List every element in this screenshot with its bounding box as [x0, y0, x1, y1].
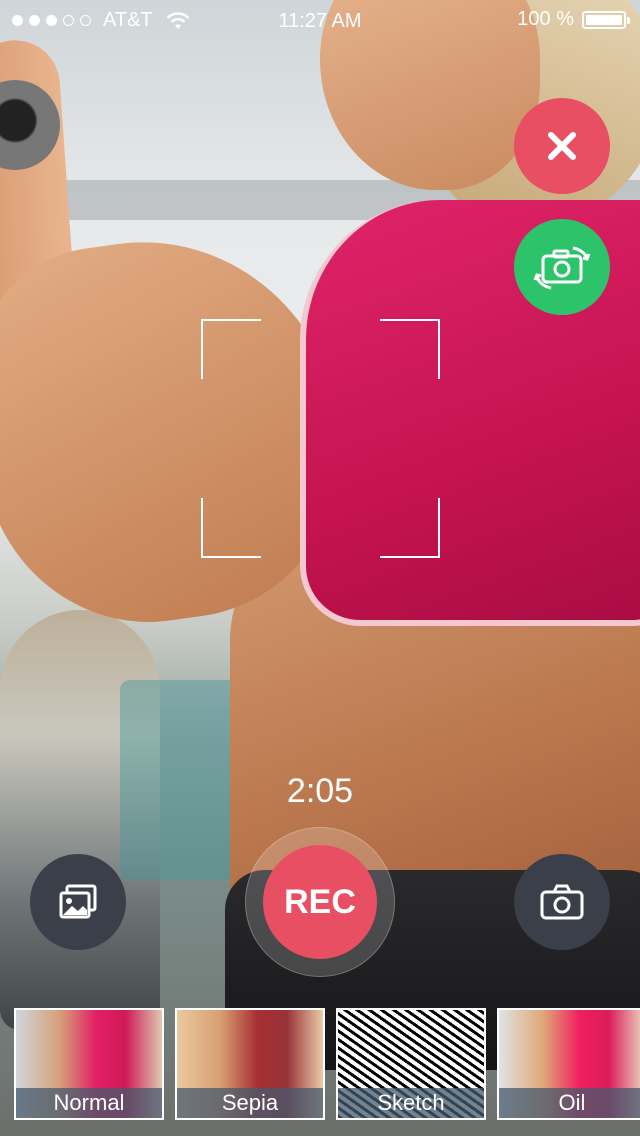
capture-photo-button[interactable]: [514, 854, 610, 950]
filter-label: Normal: [16, 1088, 162, 1118]
record-button[interactable]: REC: [263, 845, 377, 959]
filter-normal[interactable]: Normal: [14, 1008, 164, 1120]
battery-icon: [582, 10, 630, 29]
recording-timer: 2:05: [286, 772, 354, 810]
gallery-icon: [59, 884, 97, 919]
gallery-button[interactable]: [30, 854, 126, 950]
switch-camera-button[interactable]: [514, 219, 610, 315]
status-right: 100 %: [517, 8, 630, 31]
filter-label: Oil: [499, 1088, 640, 1118]
close-icon: [548, 132, 576, 160]
filter-label: Sepia: [177, 1088, 323, 1118]
filter-label: Sketch: [338, 1088, 484, 1118]
focus-corner: [380, 498, 440, 558]
focus-corner: [201, 319, 261, 379]
focus-corner: [380, 319, 440, 379]
battery-percent: 100 %: [517, 8, 574, 30]
focus-corner: [201, 498, 261, 558]
filter-sketch[interactable]: Sketch: [336, 1008, 486, 1120]
close-button[interactable]: [514, 98, 610, 194]
filter-strip: Normal Sepia Sketch Oil: [14, 1008, 640, 1120]
switch-camera-icon: [533, 246, 591, 290]
filter-sepia[interactable]: Sepia: [175, 1008, 325, 1120]
filter-oil[interactable]: Oil: [497, 1008, 640, 1120]
camera-icon: [540, 884, 584, 920]
status-bar: AT&T 11:27 AM 100 %: [0, 0, 640, 40]
